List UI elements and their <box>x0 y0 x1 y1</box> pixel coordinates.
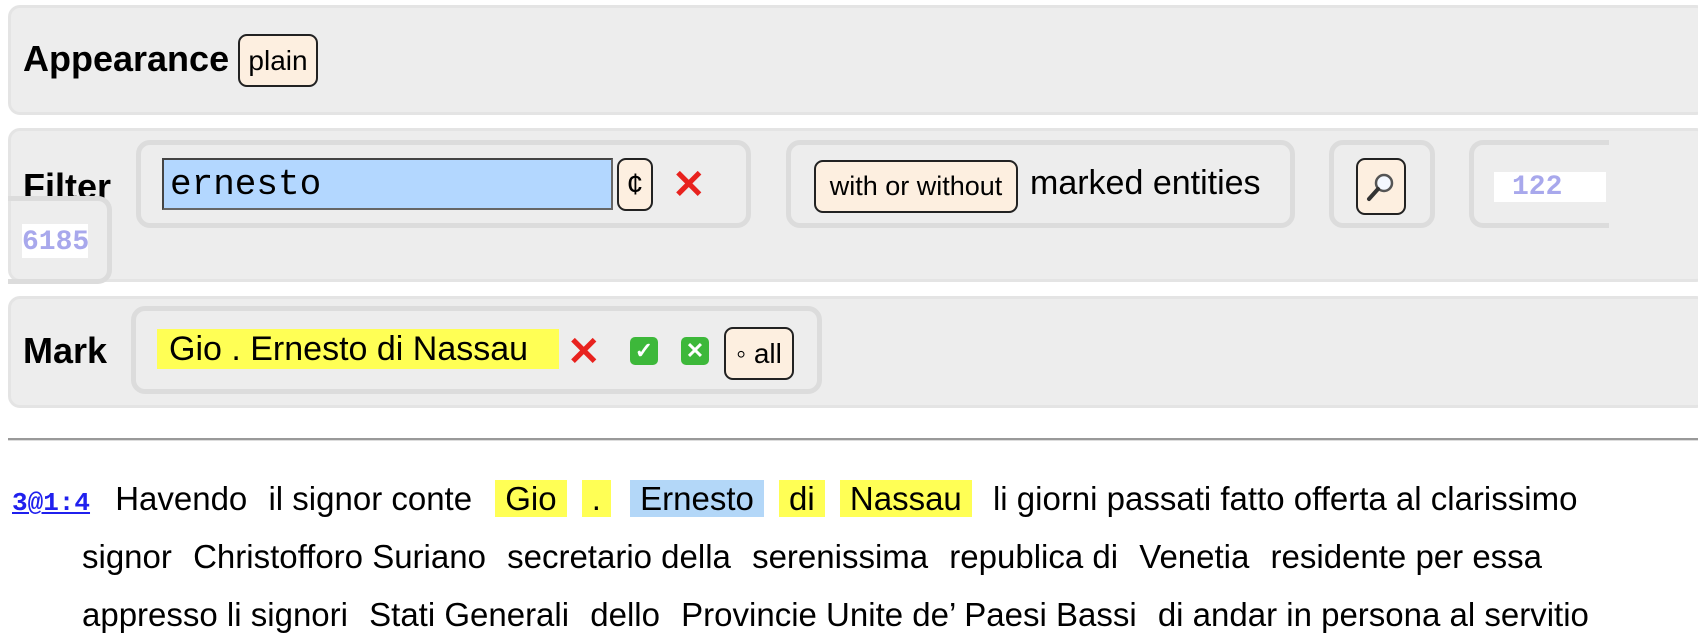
word: li giorni passati fatto offerta al clari… <box>992 480 1578 517</box>
word: signor <box>82 538 172 575</box>
word: Venetia <box>1139 538 1250 575</box>
word: serenissima <box>752 538 929 575</box>
word: Stati Generali <box>369 596 570 633</box>
entity-highlight: Gio <box>495 480 567 517</box>
word: Havendo <box>115 480 248 517</box>
word: appresso li signori <box>82 596 348 633</box>
word: residente per essa <box>1270 538 1543 575</box>
divider <box>8 438 1698 441</box>
word: Christofforo Suriano <box>193 538 486 575</box>
search-button[interactable] <box>1356 158 1406 215</box>
clear-search-icon[interactable]: ✕ <box>672 162 706 208</box>
remove-mark-icon[interactable]: ✕ <box>567 329 601 375</box>
entity-highlight: Nassau <box>839 480 972 517</box>
word: di andar in persona al servitio <box>1157 596 1589 633</box>
all-button[interactable]: ◦ all <box>724 327 794 380</box>
word: republica di <box>949 538 1119 575</box>
entity-mode-button[interactable]: with or without <box>814 160 1018 213</box>
appearance-label: Appearance <box>23 38 230 79</box>
entity-highlight: . <box>581 480 611 517</box>
word: il signor conte <box>268 480 473 517</box>
word: Provincie Unite de’ Paesi Bassi <box>681 596 1137 633</box>
cent-button[interactable]: ¢ <box>617 158 653 211</box>
check-icon[interactable]: ✓ <box>630 337 658 365</box>
search-match-highlight: Ernesto <box>630 480 764 517</box>
mark-label: Mark <box>23 330 108 371</box>
marked-entity: Gio . Ernesto di Nassau <box>157 329 559 369</box>
total-count: 6185 <box>22 227 90 258</box>
result-line-2: signor Christofforo Suriano secretario d… <box>82 528 1542 586</box>
result-line-3: appresso li signori Stati Generali dello… <box>82 586 1589 644</box>
result-count: 122 of <box>1512 172 1563 202</box>
uncheck-icon[interactable]: ✕ <box>681 337 709 365</box>
count-line1-wrap: 122 of <box>1494 172 1606 202</box>
magnifier-icon <box>1367 173 1394 201</box>
search-input[interactable] <box>162 158 613 210</box>
word: dello <box>590 596 660 633</box>
appearance-mode-button[interactable]: plain <box>238 34 318 87</box>
result-reference-link[interactable]: 3@1:4 <box>12 488 90 518</box>
result-line-1: 3@1:4 Havendo il signor conte Gio . Erne… <box>12 470 1577 532</box>
entity-mode-text: marked entities <box>1030 164 1261 202</box>
word: secretario della <box>507 538 731 575</box>
entity-highlight: di <box>779 480 825 517</box>
count-line2-wrap: 6185 <box>22 224 90 258</box>
